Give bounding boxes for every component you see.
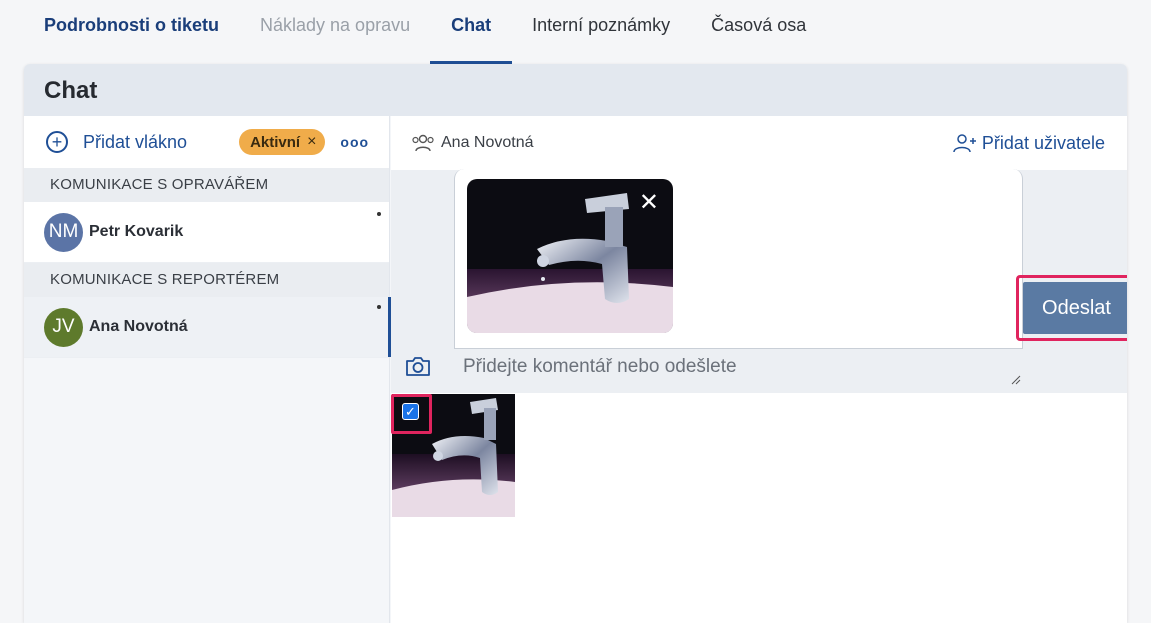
add-user-icon [953,134,976,153]
card-title: Chat [24,64,1127,116]
participants-label: Ana Novotná [441,134,534,151]
tab-chat[interactable]: Chat [430,0,513,64]
avatar: NM [44,212,83,252]
add-thread-label: Přidat vlákno [83,131,188,152]
comment-input[interactable] [463,351,1003,383]
tab-repair-costs[interactable]: Náklady na opravu [260,0,410,64]
thread-item[interactable]: JV Ana Novotná [24,297,391,358]
thread-list-panel: + Přidat vlákno Aktivní × ooo KOMUNIKACE… [24,116,391,623]
thread-name: Ana Novotná [89,318,188,335]
group-header-reporter: KOMUNIKACE S REPORTÉREM [24,263,389,297]
send-button[interactable]: Odeslat [1023,282,1127,334]
attachment-preview: ✕ [454,169,1023,349]
close-icon[interactable]: ✕ [639,191,659,215]
resize-grip-icon[interactable] [1011,375,1021,385]
badge-label: Aktivní [250,133,301,151]
camera-icon[interactable] [405,355,431,377]
unread-dot [377,212,381,216]
add-user-label: Přidat uživatele [981,132,1105,153]
thread-toolbar: + Přidat vlákno Aktivní × ooo [24,116,389,168]
thread-name: Petr Kovarik [89,223,184,240]
comment-row [391,341,1127,393]
add-user-button[interactable]: Přidat uživatele [953,133,1105,154]
tab-bar: Podrobnosti o tiketu Náklady na opravu C… [0,0,1151,64]
tab-ticket-details[interactable]: Podrobnosti o tiketu [44,0,219,64]
unread-dot [377,305,381,309]
chat-card: Chat + Přidat vlákno Aktivní × ooo KOMUN… [24,64,1127,623]
plus-circle-icon: + [46,131,68,153]
tab-internal-notes[interactable]: Interní poznámky [532,0,670,64]
status-filter-badge[interactable]: Aktivní × [239,129,326,155]
thread-item[interactable]: NM Petr Kovarik [24,202,389,263]
group-header-repairer: KOMUNIKACE S OPRAVÁŘEM [24,168,389,202]
participants: Ana Novotná [411,134,534,152]
conversation-panel: Ana Novotná Přidat uživatele ✕ Přidejte … [391,116,1127,623]
users-icon [412,134,434,152]
conversation-header: Ana Novotná Přidat uživatele [391,116,1127,170]
close-icon[interactable]: × [307,133,316,151]
add-thread-button[interactable]: + Přidat vlákno [46,131,187,153]
attachment-image: ✕ [467,179,673,333]
avatar: JV [44,307,83,347]
more-icon[interactable]: ooo [340,134,369,150]
checkbox-checked-icon[interactable]: ✓ [402,403,419,420]
tab-timeline[interactable]: Časová osa [711,0,806,64]
